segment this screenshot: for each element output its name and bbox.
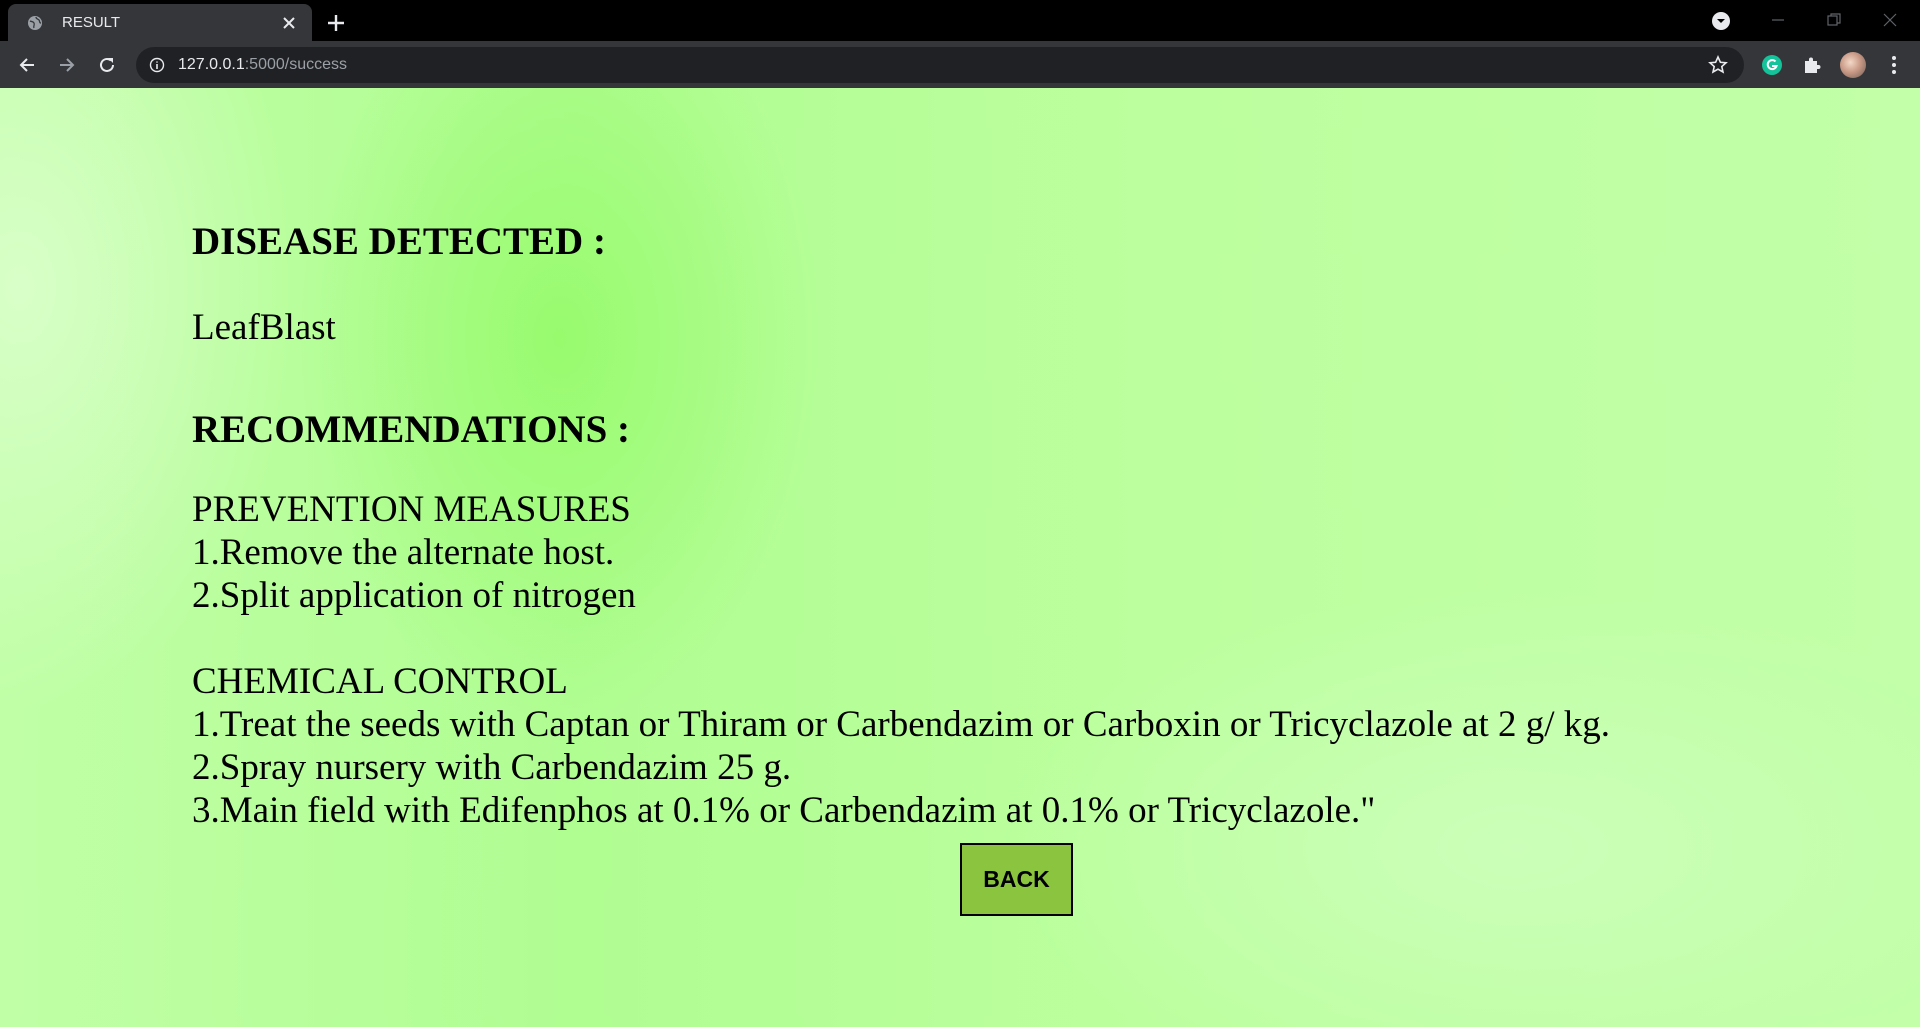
tab-title: RESULT	[62, 14, 121, 31]
chemical-item: 1.Treat the seeds with Captan or Thiram …	[192, 704, 1611, 745]
chemical-title: CHEMICAL CONTROL	[192, 661, 568, 702]
chemical-item: 3.Main field with Edifenphos at 0.1% or …	[192, 790, 1376, 831]
address-bar[interactable]: 127.0.0.1:5000/success	[136, 47, 1744, 83]
arrow-right-icon[interactable]	[51, 49, 83, 81]
url-path: :5000/success	[244, 56, 348, 73]
close-window-icon[interactable]	[1870, 5, 1910, 35]
prevention-item: 2.Split application of nitrogen	[192, 575, 636, 616]
browser-toolbar: 127.0.0.1:5000/success	[0, 41, 1920, 88]
grammarly-icon[interactable]	[1758, 51, 1786, 79]
browser-tab[interactable]: RESULT	[8, 4, 312, 41]
back-button[interactable]: BACK	[960, 843, 1073, 916]
recommendations-heading: RECOMMENDATIONS :	[192, 408, 631, 451]
close-icon[interactable]	[278, 12, 300, 34]
url-host: 127.0.0.1	[178, 56, 245, 73]
minimize-icon[interactable]	[1758, 5, 1798, 35]
tab-strip: RESULT	[0, 0, 1920, 41]
puzzle-icon[interactable]	[1798, 51, 1826, 79]
chemical-item: 2.Spray nursery with Carbendazim 25 g.	[192, 747, 792, 788]
reload-icon[interactable]	[91, 49, 123, 81]
url-text[interactable]: 127.0.0.1:5000/success	[178, 56, 347, 74]
page-viewport: DISEASE DETECTED : LeafBlast RECOMMENDAT…	[0, 88, 1920, 1027]
plus-icon[interactable]	[322, 9, 350, 37]
prevention-title: PREVENTION MEASURES	[192, 489, 631, 530]
star-icon[interactable]	[1706, 53, 1730, 77]
disease-heading: DISEASE DETECTED :	[192, 220, 606, 263]
prevention-item: 1.Remove the alternate host.	[192, 532, 615, 573]
arrow-left-icon[interactable]	[11, 49, 43, 81]
globe-icon	[26, 14, 44, 32]
disease-name: LeafBlast	[192, 307, 336, 348]
chevron-down-circle-icon[interactable]	[1709, 9, 1733, 33]
info-icon[interactable]	[148, 56, 166, 74]
restore-icon[interactable]	[1814, 5, 1854, 35]
kebab-icon[interactable]	[1880, 51, 1908, 79]
avatar[interactable]	[1840, 52, 1866, 78]
